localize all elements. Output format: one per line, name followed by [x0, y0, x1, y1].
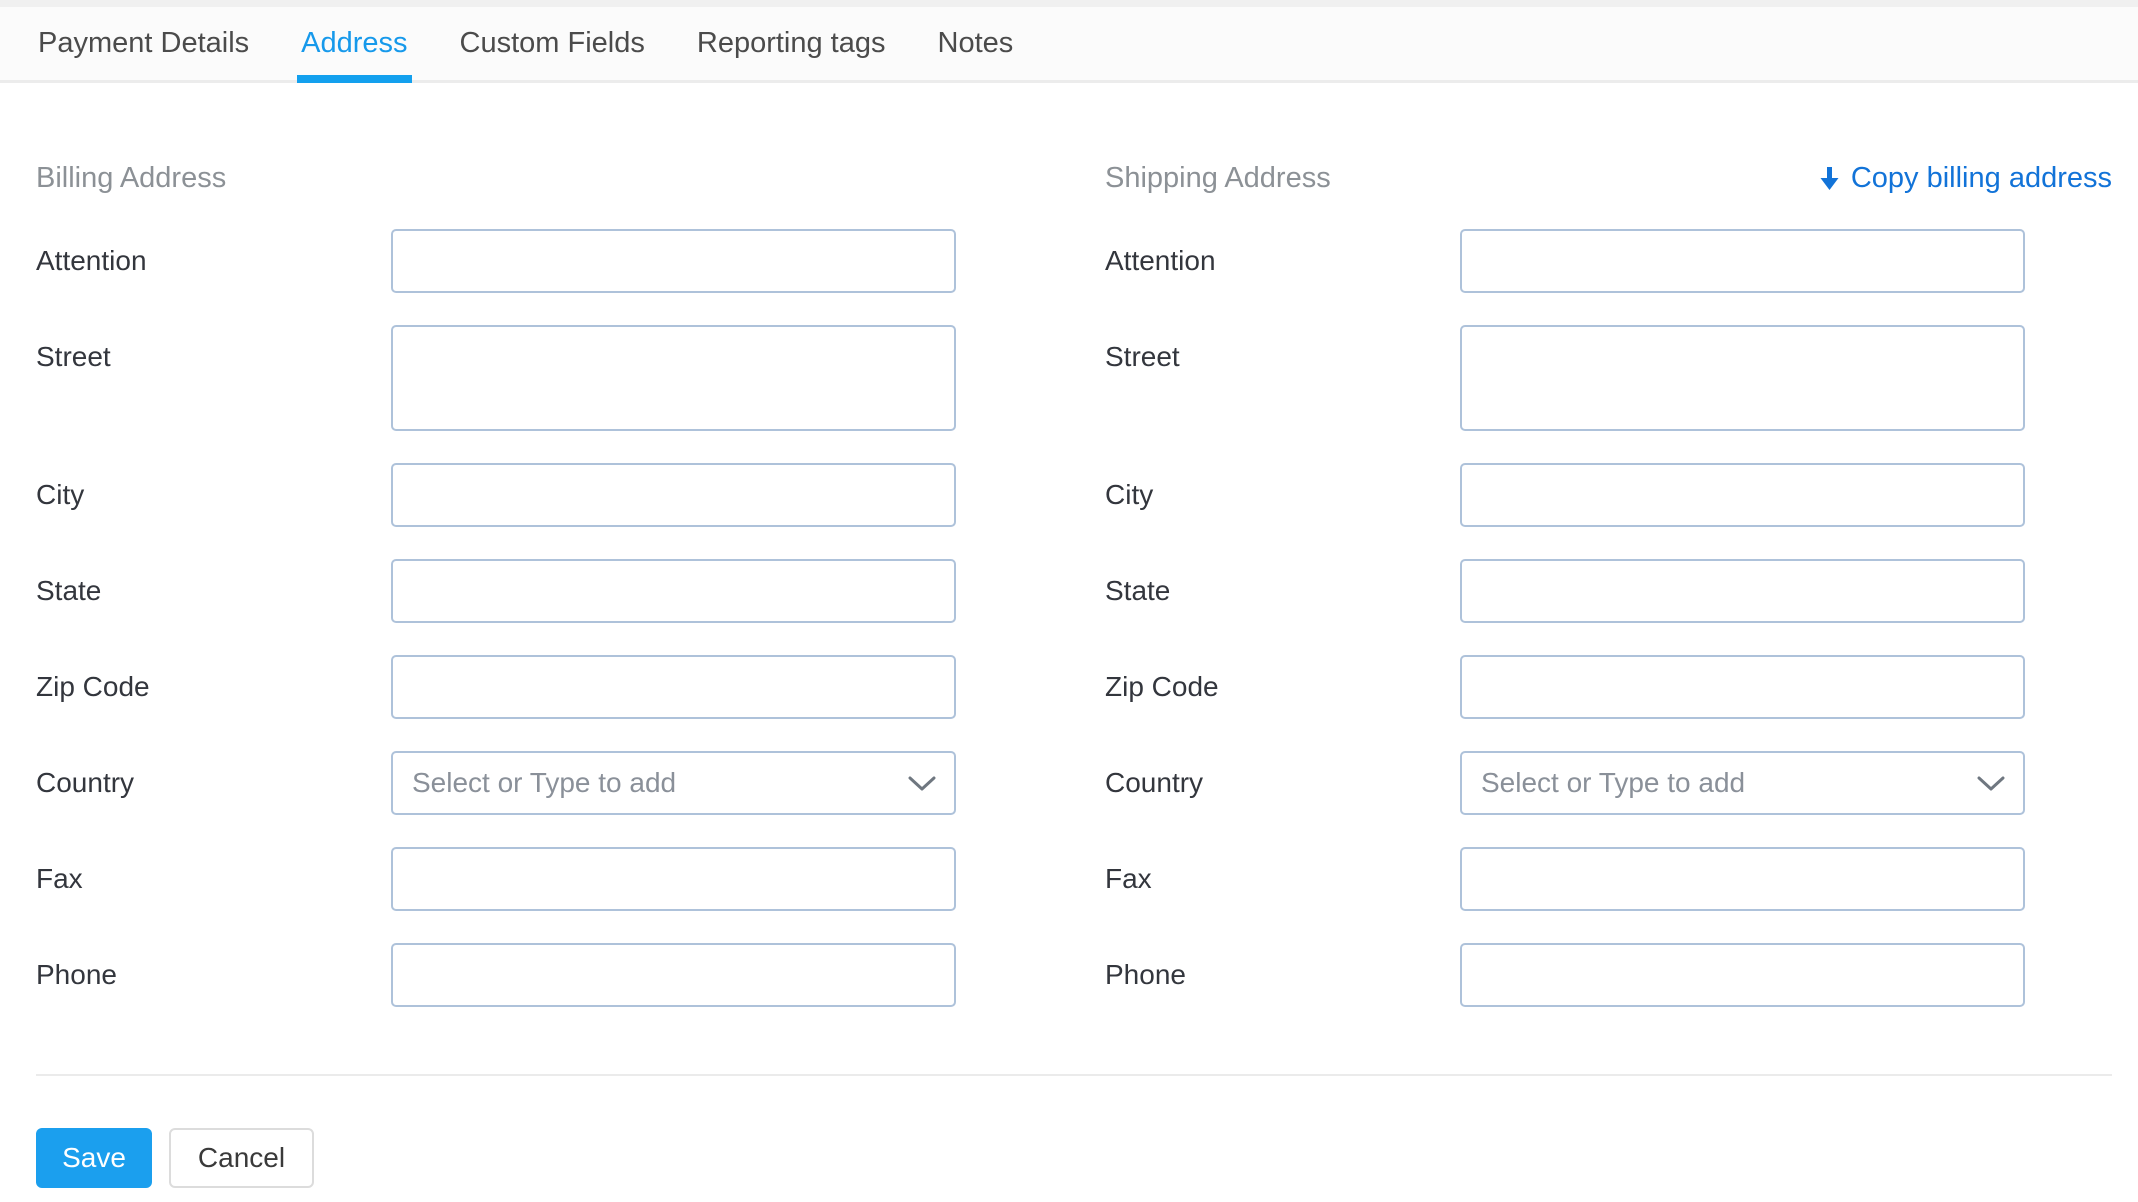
billing-phone-label: Phone [36, 959, 117, 990]
shipping-state-input[interactable] [1460, 559, 2025, 623]
form-actions: Save Cancel [36, 1128, 2112, 1188]
billing-attention-input[interactable] [391, 229, 956, 293]
billing-country-select[interactable]: Select or Type to add [391, 751, 956, 815]
shipping-country-placeholder: Select or Type to add [1481, 767, 1746, 798]
shipping-zip-label: Zip Code [1105, 671, 1219, 702]
shipping-phone-input[interactable] [1460, 943, 2025, 1007]
shipping-phone-label: Phone [1105, 959, 1186, 990]
shipping-fax-row: Fax [1105, 847, 2025, 911]
tab-custom-fields[interactable]: Custom Fields [460, 7, 645, 80]
billing-phone-input[interactable] [391, 943, 956, 1007]
footer-divider [36, 1074, 2112, 1076]
billing-attention-label: Attention [36, 245, 147, 276]
shipping-street-row: Street [1105, 325, 2025, 431]
arrow-down-icon [1820, 166, 1839, 191]
billing-city-row: City [36, 463, 956, 527]
shipping-phone-row: Phone [1105, 943, 2025, 1007]
billing-fax-row: Fax [36, 847, 956, 911]
shipping-state-label: State [1105, 575, 1171, 606]
shipping-street-textarea[interactable] [1460, 325, 2025, 431]
billing-state-label: State [36, 575, 102, 606]
billing-fax-label: Fax [36, 863, 83, 894]
billing-zip-row: Zip Code [36, 655, 956, 719]
copy-billing-address-link[interactable]: Copy billing address [1820, 162, 2112, 195]
tab-reporting-tags[interactable]: Reporting tags [697, 7, 886, 80]
tab-address[interactable]: Address [297, 7, 412, 83]
tab-payment-details[interactable]: Payment Details [38, 7, 249, 80]
section-headings-row: Billing Address Shipping Address Copy bi… [36, 162, 2112, 195]
copy-billing-address-label: Copy billing address [1850, 162, 2112, 194]
shipping-attention-row: Attention [1105, 229, 2025, 293]
shipping-country-row: Country Select or Type to add [1105, 751, 2025, 815]
billing-city-input[interactable] [391, 463, 956, 527]
billing-street-row: Street [36, 325, 956, 431]
shipping-zip-row: Zip Code [1105, 655, 2025, 719]
shipping-state-row: State [1105, 559, 2025, 623]
address-form-content: Billing Address Shipping Address Copy bi… [0, 83, 2138, 1188]
save-button[interactable]: Save [36, 1128, 152, 1188]
billing-state-row: State [36, 559, 956, 623]
billing-country-label: Country [36, 767, 135, 798]
billing-street-label: Street [36, 341, 111, 372]
cancel-button[interactable]: Cancel [169, 1128, 314, 1188]
billing-attention-row: Attention [36, 229, 956, 293]
shipping-address-column: Attention Street City State Zip Code Cou… [1105, 229, 2025, 1039]
chevron-down-icon [908, 776, 936, 797]
billing-state-input[interactable] [391, 559, 956, 623]
shipping-city-input[interactable] [1460, 463, 2025, 527]
billing-address-column: Attention Street City State Zip Code Cou… [36, 229, 956, 1039]
shipping-zip-input[interactable] [1460, 655, 2025, 719]
billing-zip-label: Zip Code [36, 671, 150, 702]
address-columns: Attention Street City State Zip Code Cou… [36, 229, 2112, 1039]
chevron-down-icon [1977, 776, 2005, 797]
shipping-fax-input[interactable] [1460, 847, 2025, 911]
billing-street-textarea[interactable] [391, 325, 956, 431]
billing-fax-input[interactable] [391, 847, 956, 911]
billing-country-row: Country Select or Type to add [36, 751, 956, 815]
shipping-city-label: City [1105, 479, 1154, 510]
shipping-city-row: City [1105, 463, 2025, 527]
billing-city-label: City [36, 479, 85, 510]
billing-address-heading: Billing Address [36, 162, 227, 194]
shipping-street-label: Street [1105, 341, 1180, 372]
shipping-fax-label: Fax [1105, 863, 1152, 894]
billing-phone-row: Phone [36, 943, 956, 1007]
shipping-country-label: Country [1105, 767, 1204, 798]
billing-country-placeholder: Select or Type to add [412, 767, 677, 798]
shipping-country-select[interactable]: Select or Type to add [1460, 751, 2025, 815]
shipping-address-heading: Shipping Address [1105, 162, 1331, 194]
shipping-attention-label: Attention [1105, 245, 1216, 276]
shipping-attention-input[interactable] [1460, 229, 2025, 293]
form-tab-bar: Payment Details Address Custom Fields Re… [0, 7, 2138, 83]
tab-notes[interactable]: Notes [938, 7, 1014, 80]
window-top-edge [0, 0, 2138, 7]
billing-zip-input[interactable] [391, 655, 956, 719]
